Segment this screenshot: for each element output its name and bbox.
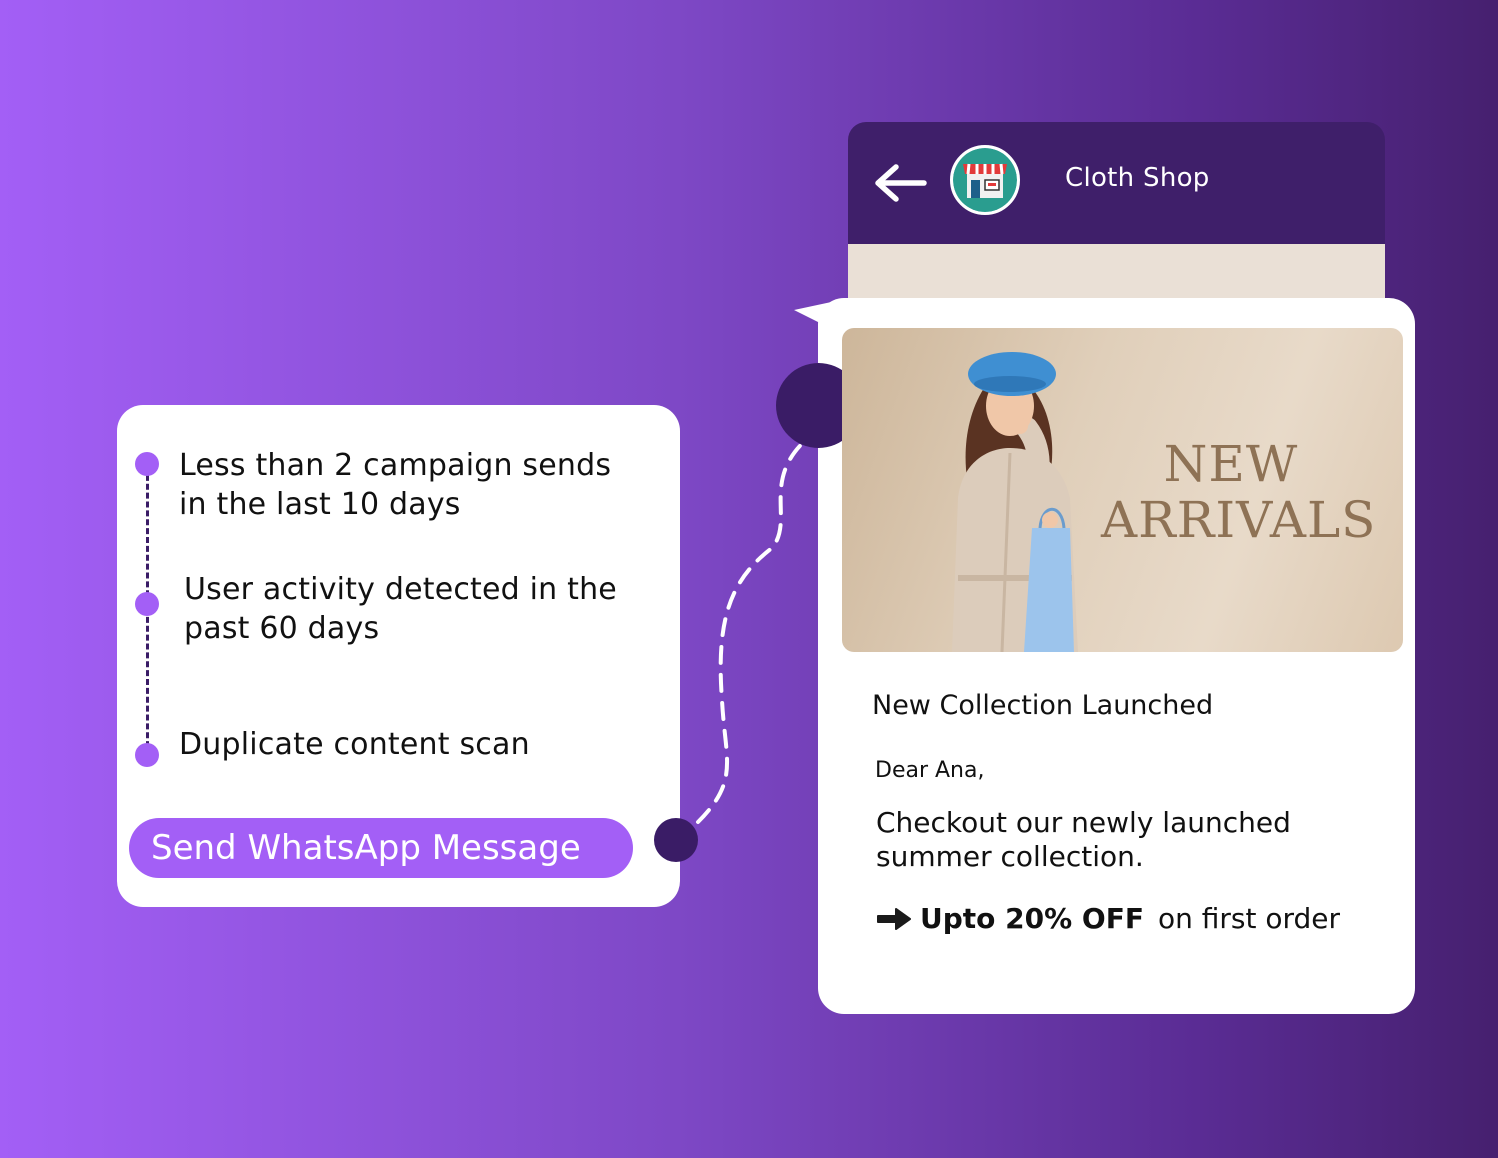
offer-line: Upto 20% OFF on first order [876, 900, 1340, 938]
new-arrivals-banner[interactable]: NEW ARRIVALS [842, 328, 1403, 652]
rule-item-2-line-2: past 60 days [184, 611, 380, 646]
rule-item-2-line-1: User activity detected in the [184, 572, 617, 607]
offer-discount: Upto 20% OFF [920, 902, 1144, 935]
arrow-right-icon [877, 908, 911, 930]
send-whatsapp-message-button[interactable]: Send WhatsApp Message [129, 818, 633, 878]
rule-item-1: Less than 2 campaign sends in the last 1… [179, 446, 611, 524]
back-arrow-icon[interactable] [872, 160, 928, 206]
message-title: New Collection Launched [872, 690, 1214, 721]
banner-headline-line-2: ARRIVALS [1101, 491, 1377, 549]
timeline-dot-3 [135, 743, 159, 767]
rule-item-3: Duplicate content scan [179, 725, 530, 764]
rule-item-3-line-1: Duplicate content scan [179, 727, 530, 762]
connector-node-start [654, 818, 698, 862]
message-greeting: Dear Ana, [875, 758, 985, 783]
offer-condition: on first order [1157, 902, 1341, 935]
rule-item-1-line-2: in the last 10 days [179, 487, 461, 522]
banner-headline: NEW ARRIVALS [1101, 435, 1377, 549]
rule-item-2: User activity detected in the past 60 da… [184, 570, 617, 648]
avatar[interactable] [950, 145, 1020, 215]
storefront-icon [953, 148, 1017, 212]
rule-item-1-line-1: Less than 2 campaign sends [179, 448, 612, 483]
banner-headline-line-1: NEW [1163, 435, 1299, 493]
message-body: Checkout our newly launched summer colle… [876, 806, 1291, 873]
timeline-dot-2 [135, 592, 159, 616]
shop-name: Cloth Shop [1065, 163, 1210, 193]
timeline-dot-1 [135, 452, 159, 476]
